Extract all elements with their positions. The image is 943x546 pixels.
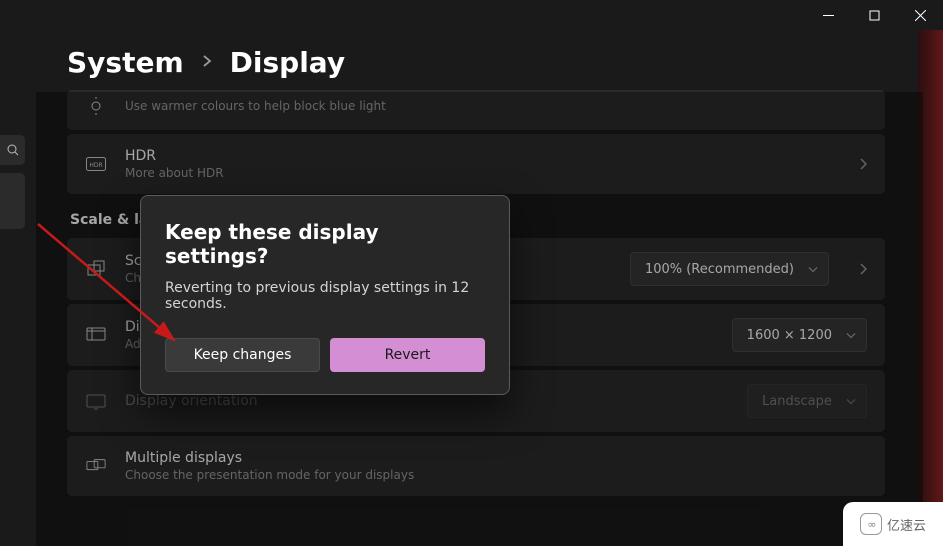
hdr-title: HDR [125, 148, 829, 164]
scale-value: 100% (Recommended) [645, 262, 794, 277]
multiple-displays-card[interactable]: Multiple displays Choose the presentatio… [67, 436, 885, 496]
chevron-down-icon [846, 394, 856, 409]
revert-button[interactable]: Revert [330, 338, 485, 372]
chevron-down-icon [808, 262, 818, 277]
dialog-title: Keep these display settings? [165, 220, 485, 268]
window-maximize-button[interactable] [851, 0, 897, 30]
chevron-right-icon [202, 53, 212, 72]
right-edge-decor [918, 30, 943, 546]
chevron-right-icon [859, 260, 867, 279]
dialog-message: Reverting to previous display settings i… [165, 280, 485, 312]
window-close-button[interactable] [897, 0, 943, 30]
breadcrumb: System Display [67, 46, 345, 79]
sidebar-collapsed [0, 135, 25, 229]
window-titlebar [805, 0, 943, 30]
night-light-icon [85, 96, 107, 116]
breadcrumb-system[interactable]: System [67, 46, 184, 79]
sidebar-search-chip[interactable] [0, 135, 25, 165]
multiple-displays-sub: Choose the presentation mode for your di… [125, 468, 867, 482]
cloud-icon: ∞ [860, 513, 882, 535]
night-light-sub: Use warmer colours to help block blue li… [125, 99, 867, 113]
search-icon [7, 141, 19, 160]
orientation-icon [85, 391, 107, 411]
window-minimize-button[interactable] [805, 0, 851, 30]
svg-text:HDR: HDR [89, 162, 102, 169]
watermark-badge: ∞ 亿速云 [843, 502, 943, 546]
confirm-display-settings-dialog: Keep these display settings? Reverting t… [140, 195, 510, 395]
resolution-dropdown[interactable]: 1600 × 1200 [732, 318, 867, 352]
resolution-icon [85, 325, 107, 345]
night-light-card[interactable]: Use warmer colours to help block blue li… [67, 90, 885, 130]
orientation-title: Display orientation [125, 393, 729, 409]
multiple-displays-icon [85, 456, 107, 476]
watermark-text: 亿速云 [887, 515, 926, 534]
orientation-value: Landscape [762, 394, 832, 409]
sidebar-selected-chip[interactable] [0, 173, 25, 229]
multiple-displays-title: Multiple displays [125, 450, 867, 466]
resolution-value: 1600 × 1200 [747, 328, 832, 343]
hdr-card[interactable]: HDR HDR More about HDR [67, 134, 885, 194]
breadcrumb-display: Display [230, 46, 345, 79]
orientation-dropdown: Landscape [747, 384, 867, 418]
hdr-icon: HDR [85, 154, 107, 174]
hdr-sub[interactable]: More about HDR [125, 166, 829, 180]
scale-dropdown[interactable]: 100% (Recommended) [630, 252, 829, 286]
keep-changes-button[interactable]: Keep changes [165, 338, 320, 372]
chevron-down-icon [846, 328, 856, 343]
chevron-right-icon [859, 155, 867, 174]
scale-icon [85, 259, 107, 279]
